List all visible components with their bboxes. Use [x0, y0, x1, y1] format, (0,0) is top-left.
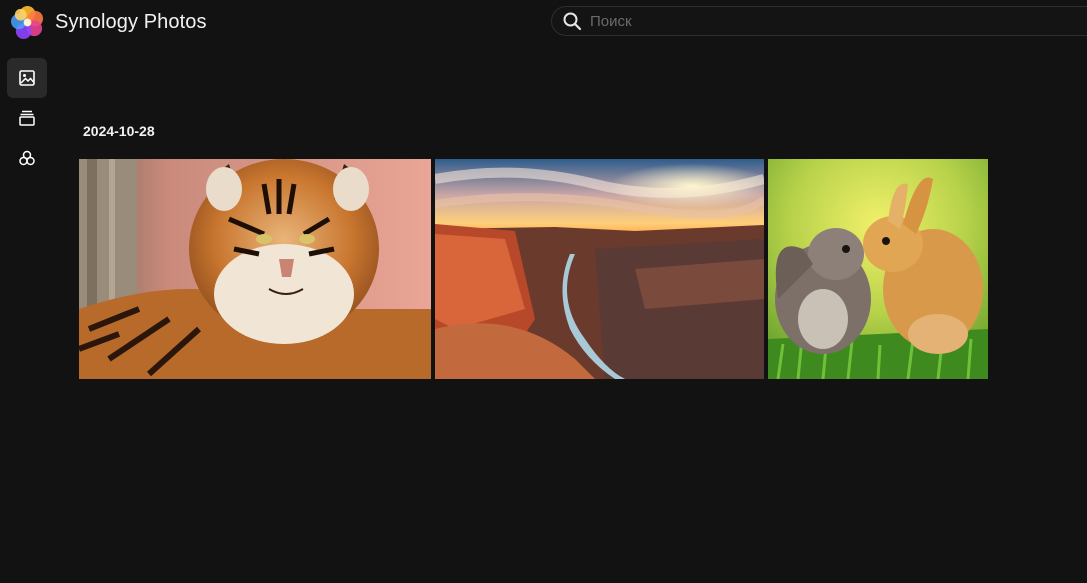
rabbits-image	[768, 159, 988, 379]
date-group-header: 2024-10-28	[83, 123, 155, 139]
sidebar-item-albums[interactable]	[7, 98, 47, 138]
photos-icon	[19, 70, 35, 86]
search-icon	[563, 12, 582, 31]
search-bar[interactable]	[551, 6, 1087, 36]
synology-photos-logo-icon	[10, 5, 44, 39]
sidebar-item-photos[interactable]	[7, 58, 47, 98]
search-input[interactable]	[588, 11, 992, 31]
albums-icon	[19, 110, 35, 126]
shared-space-icon	[19, 150, 35, 166]
photo-thumbnail-rabbits[interactable]	[768, 159, 988, 379]
photo-thumbnail-tiger[interactable]	[79, 159, 431, 379]
canyon-sunset-image	[435, 159, 764, 379]
tiger-image	[79, 159, 431, 379]
brand[interactable]: Synology Photos	[10, 4, 207, 40]
app-title: Synology Photos	[55, 10, 207, 33]
sidebar-item-shared-space[interactable]	[7, 138, 47, 178]
sidebar	[7, 58, 47, 178]
top-bar: Synology Photos	[0, 0, 1087, 44]
photo-thumbnail-canyon[interactable]	[435, 159, 764, 379]
